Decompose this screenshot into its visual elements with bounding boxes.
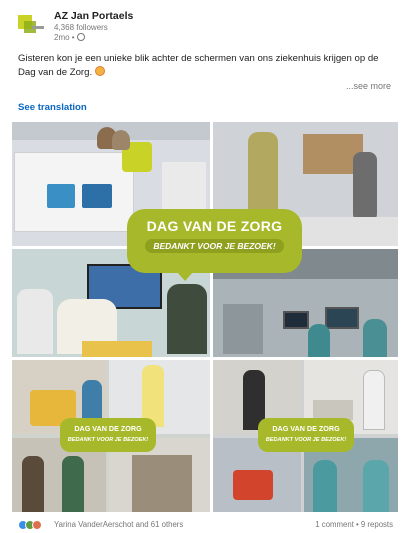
post-card: AZ Jan Portaels 4,368 followers 2mo • Gi… (0, 0, 409, 533)
party-emoji-icon (94, 66, 105, 76)
author-meta: AZ Jan Portaels 4,368 followers 2mo • (54, 10, 133, 43)
social-counts: Yarina VanderAerschot and 61 others 1 co… (18, 519, 393, 531)
banner-subtitle: BEDANKT VOOR JE BEZOEK! (145, 239, 284, 253)
banner-small-subtitle-right: BEDANKT VOOR JE BEZOEK! (265, 437, 347, 443)
post-header: AZ Jan Portaels 4,368 followers 2mo • (18, 10, 133, 43)
banner-small-title: DAG VAN DE ZORG (74, 424, 142, 433)
post-text: Gisteren kon je een unieke blik achter d… (18, 53, 379, 78)
post-age: 2mo • (54, 33, 133, 43)
reaction-count[interactable]: Yarina VanderAerschot and 61 others (54, 520, 183, 529)
comments-reposts-count[interactable]: 1 comment • 9 reposts (315, 520, 393, 529)
banner-small-subtitle: BEDANKT VOOR JE BEZOEK! (67, 437, 149, 443)
see-translation-link[interactable]: See translation (18, 102, 87, 113)
banner-small-title-right: DAG VAN DE ZORG (272, 424, 340, 433)
banner-title: DAG VAN DE ZORG (146, 218, 283, 234)
love-reaction-icon (32, 520, 42, 530)
author-name[interactable]: AZ Jan Portaels (54, 10, 133, 23)
see-more-link[interactable]: ...see more (346, 81, 391, 91)
event-banner-small-left: DAG VAN DE ZORG BEDANKT VOOR JE BEZOEK! (60, 418, 156, 452)
reaction-icons[interactable] (18, 520, 42, 530)
event-banner-main: DAG VAN DE ZORG BEDANKT VOOR JE BEZOEK! (127, 209, 302, 281)
follower-count: 4,368 followers (54, 23, 108, 32)
globe-icon (76, 33, 85, 41)
event-banner-small-right: DAG VAN DE ZORG BEDANKT VOOR JE BEZOEK! (258, 418, 354, 452)
company-logo[interactable] (18, 12, 44, 38)
post-image-collage[interactable]: DAG VAN DE ZORG BEDANKT VOOR JE BEZOEK! … (12, 122, 398, 512)
